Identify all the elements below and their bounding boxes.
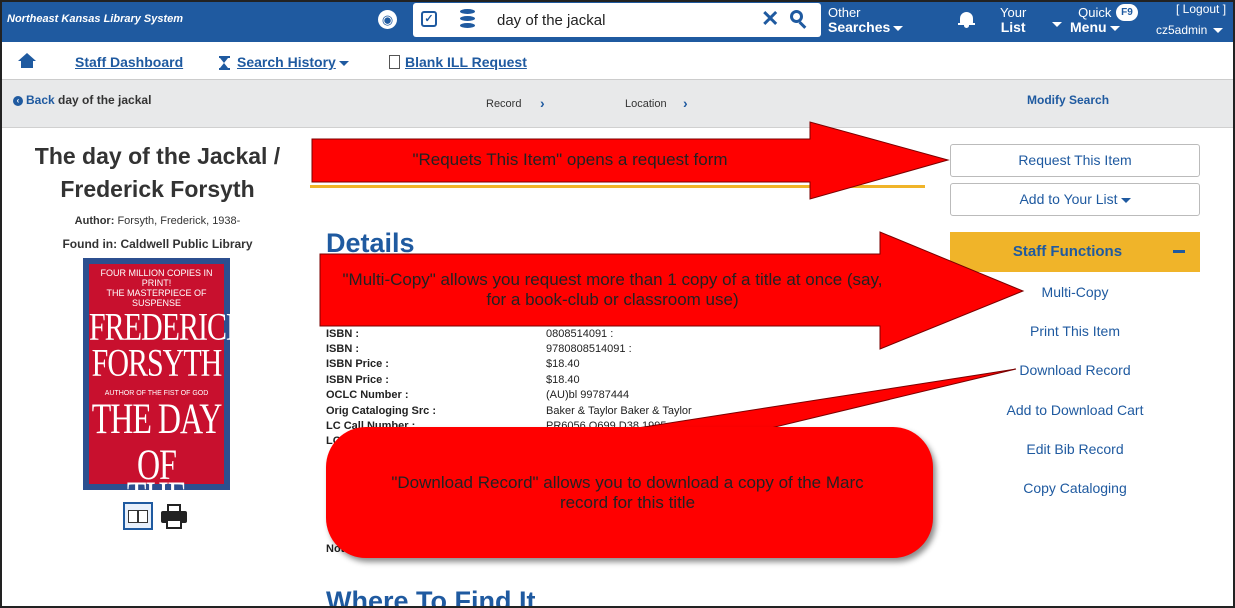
multicopy-annotation: "Multi-Copy" allows you request more tha… [342, 270, 883, 309]
download-annotation: "Download Record" allows you to download… [391, 473, 864, 512]
request-annotation: "Requets This Item" opens a request form [412, 150, 728, 169]
